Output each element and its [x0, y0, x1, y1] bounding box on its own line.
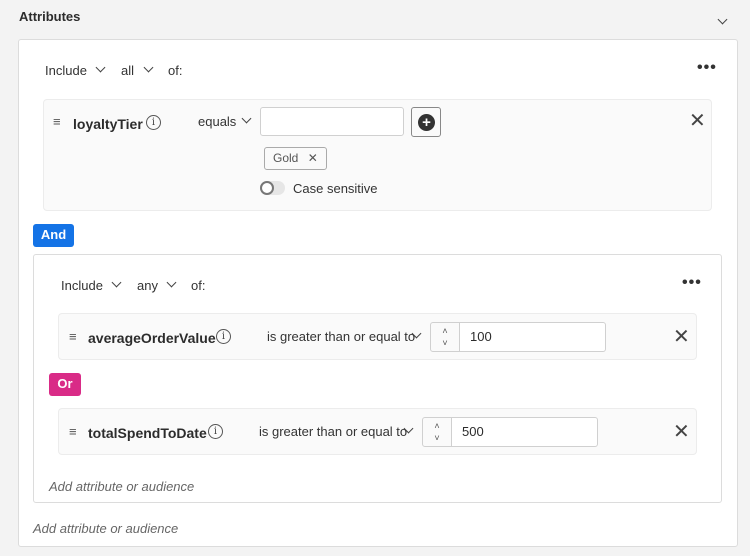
- number-input[interactable]: 500: [452, 417, 598, 447]
- drag-handle-icon[interactable]: ≡: [69, 425, 77, 438]
- remove-tag-icon[interactable]: ✕: [308, 151, 318, 165]
- more-options-icon[interactable]: •••: [682, 275, 702, 291]
- case-sensitive-toggle[interactable]: [260, 181, 285, 195]
- number-input[interactable]: 100: [460, 322, 606, 352]
- operator-dropdown[interactable]: is greater than or equal to: [259, 424, 407, 439]
- include-dropdown[interactable]: Include: [45, 63, 87, 78]
- attribute-name: averageOrderValue: [88, 330, 216, 346]
- remove-rule-icon[interactable]: ✕: [673, 327, 690, 347]
- include-dropdown[interactable]: Include: [61, 278, 103, 293]
- number-stepper[interactable]: ˄ ˅: [422, 417, 452, 447]
- of-label: of:: [191, 278, 206, 293]
- of-label: of:: [168, 63, 183, 78]
- match-dropdown[interactable]: any: [137, 278, 158, 293]
- attribute-name: loyaltyTier: [73, 116, 143, 132]
- operator-dropdown[interactable]: equals: [198, 114, 236, 129]
- add-value-button[interactable]: +: [411, 107, 441, 137]
- and-operator-button[interactable]: And: [33, 224, 74, 247]
- match-dropdown[interactable]: all: [121, 63, 134, 78]
- or-operator-button[interactable]: Or: [49, 373, 81, 396]
- attribute-name: totalSpendToDate: [88, 425, 207, 441]
- case-sensitive-label: Case sensitive: [293, 181, 378, 196]
- value-input[interactable]: [260, 107, 404, 136]
- drag-handle-icon[interactable]: ≡: [69, 330, 77, 343]
- remove-rule-icon[interactable]: ✕: [689, 111, 706, 131]
- value-tag: Gold ✕: [264, 147, 327, 170]
- operator-dropdown[interactable]: is greater than or equal to: [267, 329, 415, 344]
- info-icon[interactable]: i: [208, 424, 223, 439]
- drag-handle-icon[interactable]: ≡: [53, 115, 61, 128]
- tag-label: Gold: [273, 151, 299, 165]
- add-attribute-link[interactable]: Add attribute or audience: [49, 479, 194, 494]
- section-title: Attributes: [19, 9, 81, 24]
- info-icon[interactable]: i: [216, 329, 231, 344]
- number-stepper[interactable]: ˄ ˅: [430, 322, 460, 352]
- collapse-chevron-icon[interactable]: [717, 14, 728, 25]
- more-options-icon[interactable]: •••: [697, 60, 717, 76]
- info-icon[interactable]: i: [146, 115, 161, 130]
- plus-icon: +: [418, 114, 435, 131]
- remove-rule-icon[interactable]: ✕: [673, 422, 690, 442]
- add-attribute-link[interactable]: Add attribute or audience: [33, 521, 178, 536]
